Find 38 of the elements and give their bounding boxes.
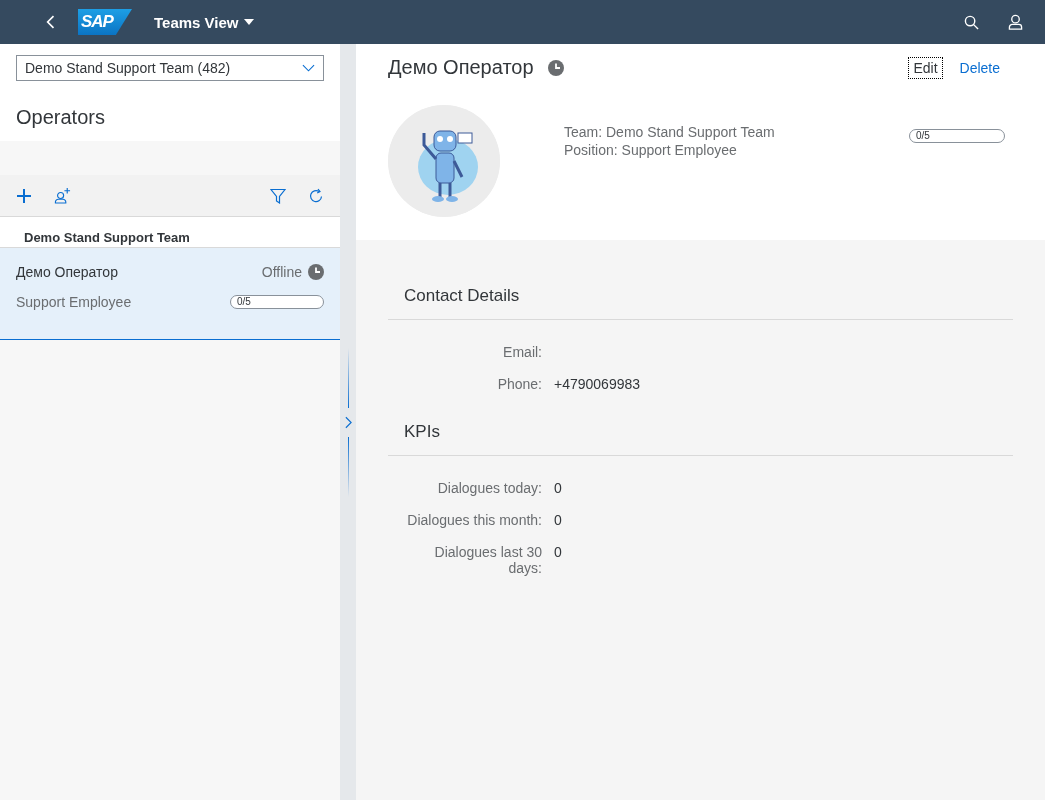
- clock-icon: [308, 264, 324, 280]
- back-icon: [46, 15, 56, 29]
- load-progress-bar: 0/5: [909, 129, 1005, 143]
- field-label: Dialogues today:: [436, 480, 542, 496]
- action-link[interactable]: Delete: [954, 56, 1005, 79]
- section-title: Contact Details: [388, 240, 1013, 320]
- field-label: Phone:: [496, 376, 542, 392]
- field-value: 0: [554, 544, 562, 560]
- operator-position: Support Employee: [16, 294, 132, 310]
- operator-list-item[interactable]: Демо Оператор Offline Support Employee 0/5: [0, 248, 340, 340]
- chevron-down-icon: [302, 64, 315, 72]
- search-icon[interactable]: [963, 14, 979, 30]
- add-person-icon: [53, 187, 71, 204]
- list-title: Operators: [16, 106, 106, 129]
- section-title: KPIs: [388, 392, 1013, 456]
- filter-icon: [270, 187, 286, 204]
- field-label: Dialogues this month:: [406, 512, 542, 528]
- load-progress-bar: 0/5: [230, 295, 324, 309]
- team-text: Team: Demo Stand Support Team: [564, 123, 776, 141]
- action-link[interactable]: Edit: [908, 56, 943, 79]
- operator-name: Демо Оператор: [16, 264, 118, 280]
- position-text: Position: Support Employee: [564, 141, 738, 159]
- team-select[interactable]: Demo Stand Support Team (482): [16, 55, 324, 81]
- field-value: +4790069983: [554, 376, 641, 392]
- caret-icon: [243, 19, 254, 25]
- operator-title: Демо Оператор: [388, 56, 534, 79]
- field-value: 0: [554, 512, 562, 528]
- field-value: 0: [554, 480, 562, 496]
- status-text: Offline: [261, 264, 302, 280]
- field-label: Email:: [502, 344, 542, 360]
- user-icon[interactable]: [1007, 14, 1023, 30]
- app-title-menu[interactable]: Teams View: [154, 13, 254, 31]
- group-header: Demo Stand Support Team: [0, 217, 340, 248]
- clock-icon: [547, 59, 564, 76]
- refresh-icon: [308, 187, 324, 204]
- logo: SAP: [78, 9, 132, 35]
- field-label: Dialogues last 30 days:: [433, 544, 542, 576]
- plus-icon: [16, 187, 32, 204]
